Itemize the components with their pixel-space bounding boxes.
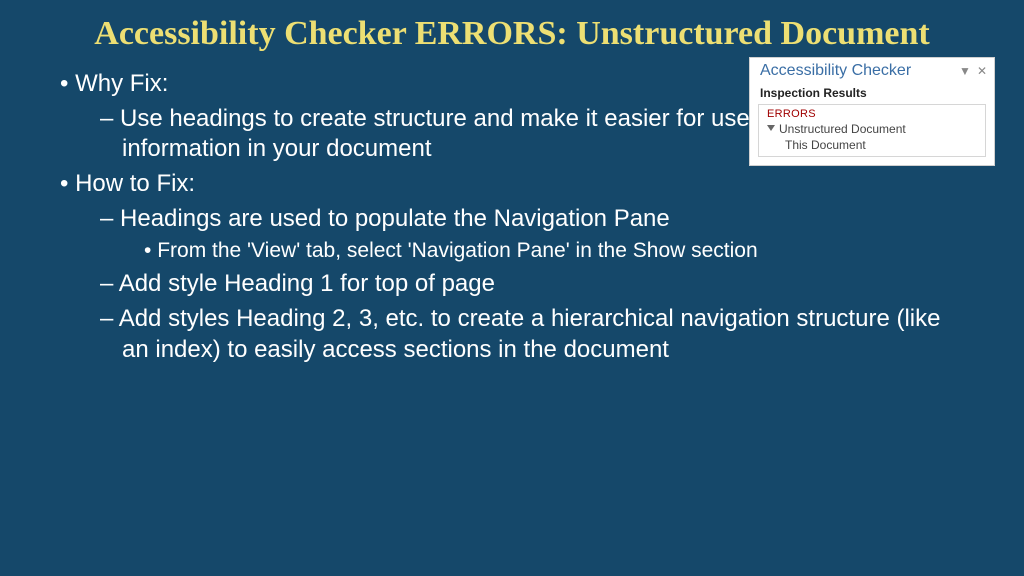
close-icon[interactable]: ✕ [974,64,990,78]
slide-title: Accessibility Checker ERRORS: Unstructur… [0,0,1024,55]
panel-title: Accessibility Checker [760,62,956,80]
chevron-down-icon [767,125,775,131]
panel-error-subitem[interactable]: This Document [759,137,985,156]
panel-error-item-label: Unstructured Document [779,122,906,136]
panel-errors-label: ERRORS [759,105,985,121]
accessibility-checker-panel: Accessibility Checker ▼ ✕ Inspection Res… [750,58,994,165]
bullet-how-1a: From the 'View' tab, select 'Navigation … [60,238,964,265]
panel-results-box: ERRORS Unstructured Document This Docume… [758,104,986,157]
panel-subtitle: Inspection Results [750,84,994,104]
panel-header: Accessibility Checker ▼ ✕ [750,58,994,84]
panel-error-item[interactable]: Unstructured Document [759,121,985,137]
panel-dropdown-icon[interactable]: ▼ [956,64,974,78]
bullet-how-2: Add style Heading 1 for top of page [60,269,964,300]
bullet-how-3: Add styles Heading 2, 3, etc. to create … [60,304,964,365]
bullet-how-1: Headings are used to populate the Naviga… [60,204,964,235]
bullet-how-fix: How to Fix: [60,169,964,200]
